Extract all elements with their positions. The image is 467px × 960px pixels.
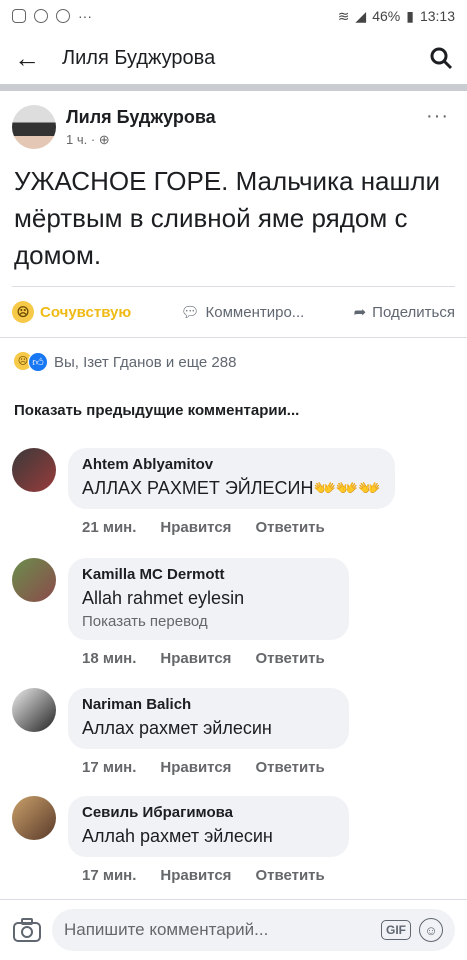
page-title: Лиля Буджурова xyxy=(62,46,216,69)
notification-icons: ··· xyxy=(12,8,92,24)
commenter-avatar[interactable] xyxy=(12,558,56,602)
reply-button[interactable]: Ответить xyxy=(255,759,324,776)
share-icon: ➦ xyxy=(353,304,367,321)
commenter-name[interactable]: Ahtem Ablyamitov xyxy=(82,456,381,473)
reactions-text: Вы, Ізет Гданов и еще 288 xyxy=(54,353,237,371)
commenter-name[interactable]: Nariman Balich xyxy=(82,696,335,713)
post-actions: ☹ Сочувствую 💬︎ Комментиро... ➦ Поделить… xyxy=(12,286,455,337)
battery-icon: ▮ xyxy=(406,7,414,24)
comment-text: АЛЛАХ РАХМЕТ ЭЙЛЕСИН👐👐👐 xyxy=(82,478,381,498)
commenter-avatar[interactable] xyxy=(12,688,56,732)
share-button[interactable]: ➦ Поделиться xyxy=(353,303,455,322)
comment-bubble[interactable]: Kamilla MC Dermott Allah rahmet eylesin … xyxy=(68,558,349,640)
instagram-icon xyxy=(12,9,26,23)
reply-button[interactable]: Ответить xyxy=(255,867,324,884)
comment-icon: 💬︎ xyxy=(180,304,200,321)
share-label: Поделиться xyxy=(372,303,455,321)
back-arrow-icon[interactable]: ← xyxy=(14,43,54,74)
like-comment-button[interactable]: Нравится xyxy=(160,519,231,536)
app-icon xyxy=(56,9,70,23)
react-label: Сочувствую xyxy=(40,303,132,321)
comment-time: 17 мин. xyxy=(82,759,137,776)
commenter-avatar[interactable] xyxy=(12,448,56,492)
sad-reaction-icon: ☹ xyxy=(12,301,34,323)
wifi-icon: ≋ xyxy=(337,7,350,24)
app-icon xyxy=(34,9,48,23)
comment: Kamilla MC Dermott Allah rahmet eylesin … xyxy=(0,558,361,667)
comment-input[interactable]: Напишите комментарий... GIF ☺ xyxy=(52,909,455,951)
comment-time: 18 мин. xyxy=(82,650,137,667)
author-avatar[interactable] xyxy=(12,105,56,149)
emoji-icon[interactable]: ☺ xyxy=(419,918,443,942)
battery-percent: 46% xyxy=(372,8,401,24)
reactions-summary[interactable]: ☹ 👍︎ Вы, Ізет Гданов и еще 288 xyxy=(0,337,467,372)
like-comment-button[interactable]: Нравится xyxy=(160,867,231,884)
comment: Севиль Ибрагимова Аллаh рахмет эйлесин 1… xyxy=(0,796,361,884)
clock: 13:13 xyxy=(419,8,455,24)
commenter-avatar[interactable] xyxy=(12,796,56,840)
gif-button[interactable]: GIF xyxy=(381,920,411,940)
comment-label: Комментиро... xyxy=(205,303,305,321)
post-options-icon[interactable]: ··· xyxy=(426,105,449,128)
status-bar: ··· ≋ ◢ 46% ▮ 13:13 xyxy=(0,0,467,32)
comment-placeholder: Напишите комментарий... xyxy=(64,920,269,939)
reply-button[interactable]: Ответить xyxy=(255,519,324,536)
post-time: 1 ч. · xyxy=(66,132,96,147)
comment-bubble[interactable]: Севиль Ибрагимова Аллаh рахмет эйлесин xyxy=(68,796,349,857)
post-header: Лиля Буджурова 1 ч. · ⊕ ··· xyxy=(0,91,467,149)
comment: Nariman Balich Аллах рахмет эйлесин 17 м… xyxy=(0,688,361,776)
comment-bubble[interactable]: Nariman Balich Аллах рахмет эйлесин xyxy=(68,688,349,749)
more-notifications-icon: ··· xyxy=(78,8,92,24)
like-comment-button[interactable]: Нравится xyxy=(160,759,231,776)
comment-bubble[interactable]: Ahtem Ablyamitov АЛЛАХ РАХМЕТ ЭЙЛЕСИН👐👐👐 xyxy=(68,448,395,509)
commenter-name[interactable]: Севиль Ибрагимова xyxy=(82,804,335,821)
like-reaction-icon: 👍︎ xyxy=(28,352,48,372)
post-text: УЖАСНОЕ ГОРЕ. Мальчика нашли мёртвым в с… xyxy=(14,166,441,270)
camera-icon[interactable] xyxy=(12,917,42,943)
show-previous-comments[interactable]: Показать предыдущие комментарии... xyxy=(0,372,467,419)
comment-time: 17 мин. xyxy=(82,867,137,884)
comment-button[interactable]: 💬︎ Комментиро... xyxy=(180,303,305,322)
comment-text: Аллах рахмет эйлесин xyxy=(82,718,272,738)
react-button[interactable]: ☹ Сочувствую xyxy=(12,301,131,323)
search-icon[interactable] xyxy=(429,46,453,70)
show-translation-link[interactable]: Показать перевод xyxy=(82,613,335,630)
globe-icon: ⊕ xyxy=(98,132,110,147)
comment-time: 21 мин. xyxy=(82,519,137,536)
comment-text: Аллаh рахмет эйлесин xyxy=(82,826,273,846)
like-comment-button[interactable]: Нравится xyxy=(160,650,231,667)
commenter-name[interactable]: Kamilla MC Dermott xyxy=(82,566,335,583)
app-bar: ← Лиля Буджурова xyxy=(0,32,467,91)
post-author[interactable]: Лиля Буджурова xyxy=(66,107,216,128)
comment-composer: Напишите комментарий... GIF ☺ xyxy=(0,899,467,960)
comment: Ahtem Ablyamitov АЛЛАХ РАХМЕТ ЭЙЛЕСИН👐👐👐… xyxy=(0,448,407,536)
comment-text: Allah rahmet eylesin xyxy=(82,588,245,608)
signal-icon: ◢ xyxy=(355,7,367,24)
reply-button[interactable]: Ответить xyxy=(255,650,324,667)
